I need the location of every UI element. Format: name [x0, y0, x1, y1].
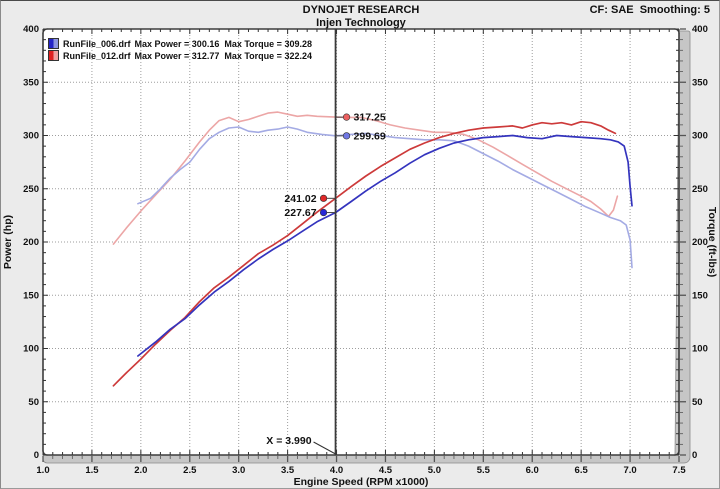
legend: RunFile_006.drf Max Power = 300.16 Max T… — [48, 38, 312, 62]
dyno-window: DYNOJET RESEARCH Injen Technology CF: SA… — [0, 0, 720, 489]
torque-axis-tick-label: 250 — [692, 184, 708, 195]
legend-row-run2[interactable]: RunFile_012.drf Max Power = 312.77 Max T… — [48, 50, 312, 61]
rpm-axis-tick-label: 2.5 — [183, 465, 197, 476]
left-axis-title: Power (hp) — [2, 215, 14, 269]
torque-axis-tick-label: 100 — [692, 344, 708, 355]
run1-file-label: RunFile_006.drf — [63, 39, 131, 49]
torque-axis-tick-label: 0 — [692, 450, 697, 461]
cursor-marker-dot — [343, 114, 350, 121]
rpm-axis-tick-label: 4.0 — [330, 465, 343, 476]
run2-max-torque: Max Torque = 322.24 — [224, 51, 312, 61]
power-axis-tick-label: 250 — [23, 184, 39, 195]
cursor-value-label: 317.25 — [354, 112, 386, 124]
run1-max-power: Max Power = 300.16 — [135, 39, 220, 49]
cursor-marker-dot — [343, 133, 350, 140]
power-axis-tick-label: 300 — [23, 131, 39, 142]
rpm-axis-tick-label: 1.0 — [36, 465, 49, 476]
torque-axis-tick-label: 350 — [692, 77, 708, 88]
torque-axis-tick-label: 50 — [692, 397, 703, 408]
power-axis-tick-label: 150 — [23, 290, 39, 301]
power-axis-tick-label: 350 — [23, 77, 39, 88]
torque-axis-tick-label: 400 — [692, 24, 708, 35]
rpm-axis-tick-label: 5.5 — [477, 465, 491, 476]
cursor-marker-dot — [320, 195, 327, 202]
rpm-axis-tick-label: 7.0 — [623, 465, 636, 476]
x-axis-title: Engine Speed (RPM x1000) — [294, 476, 429, 488]
power-axis-tick-label: 0 — [34, 450, 39, 461]
run1-max-torque: Max Torque = 309.28 — [224, 39, 312, 49]
torque-axis-tick-label: 150 — [692, 290, 708, 301]
dyno-graph[interactable]: 317.25 299.69 241.02 227.67 X = 3.990 0 0 50 50 1… — [1, 1, 720, 489]
legend-row-run1[interactable]: RunFile_006.drf Max Power = 300.16 Max T… — [48, 38, 312, 49]
power-axis-tick-label: 200 — [23, 237, 39, 248]
run2-color-swatch — [48, 50, 59, 61]
rpm-axis-tick-label: 4.5 — [379, 465, 393, 476]
cursor-x-label: X = 3.990 — [266, 435, 311, 447]
power-axis-tick-label: 100 — [23, 344, 39, 355]
rpm-axis-tick-label: 1.5 — [85, 465, 99, 476]
torque-axis-tick-label: 200 — [692, 237, 708, 248]
power-axis-tick-label: 50 — [28, 397, 39, 408]
rpm-axis-tick-label: 6.0 — [526, 465, 539, 476]
right-axis-title: Torque (ft-lbs) — [706, 207, 718, 277]
cursor-value-label: 241.02 — [284, 193, 316, 205]
cursor-value-label: 299.69 — [354, 130, 386, 142]
cursor-marker-dot — [320, 209, 327, 216]
torque-axis-tick-label: 300 — [692, 131, 708, 142]
cursor-value-label: 227.67 — [284, 207, 316, 219]
run2-file-label: RunFile_012.drf — [63, 51, 131, 61]
run1-color-swatch — [48, 38, 59, 49]
rpm-axis-tick-label: 3.0 — [232, 465, 245, 476]
rpm-axis-tick-label: 3.5 — [281, 465, 295, 476]
run2-max-power: Max Power = 312.77 — [135, 51, 220, 61]
rpm-axis-tick-label: 6.5 — [575, 465, 589, 476]
rpm-axis-tick-label: 7.5 — [672, 465, 686, 476]
power-axis-tick-label: 400 — [23, 24, 39, 35]
rpm-axis-tick-label: 2.0 — [134, 465, 147, 476]
rpm-axis-tick-label: 5.0 — [428, 465, 441, 476]
